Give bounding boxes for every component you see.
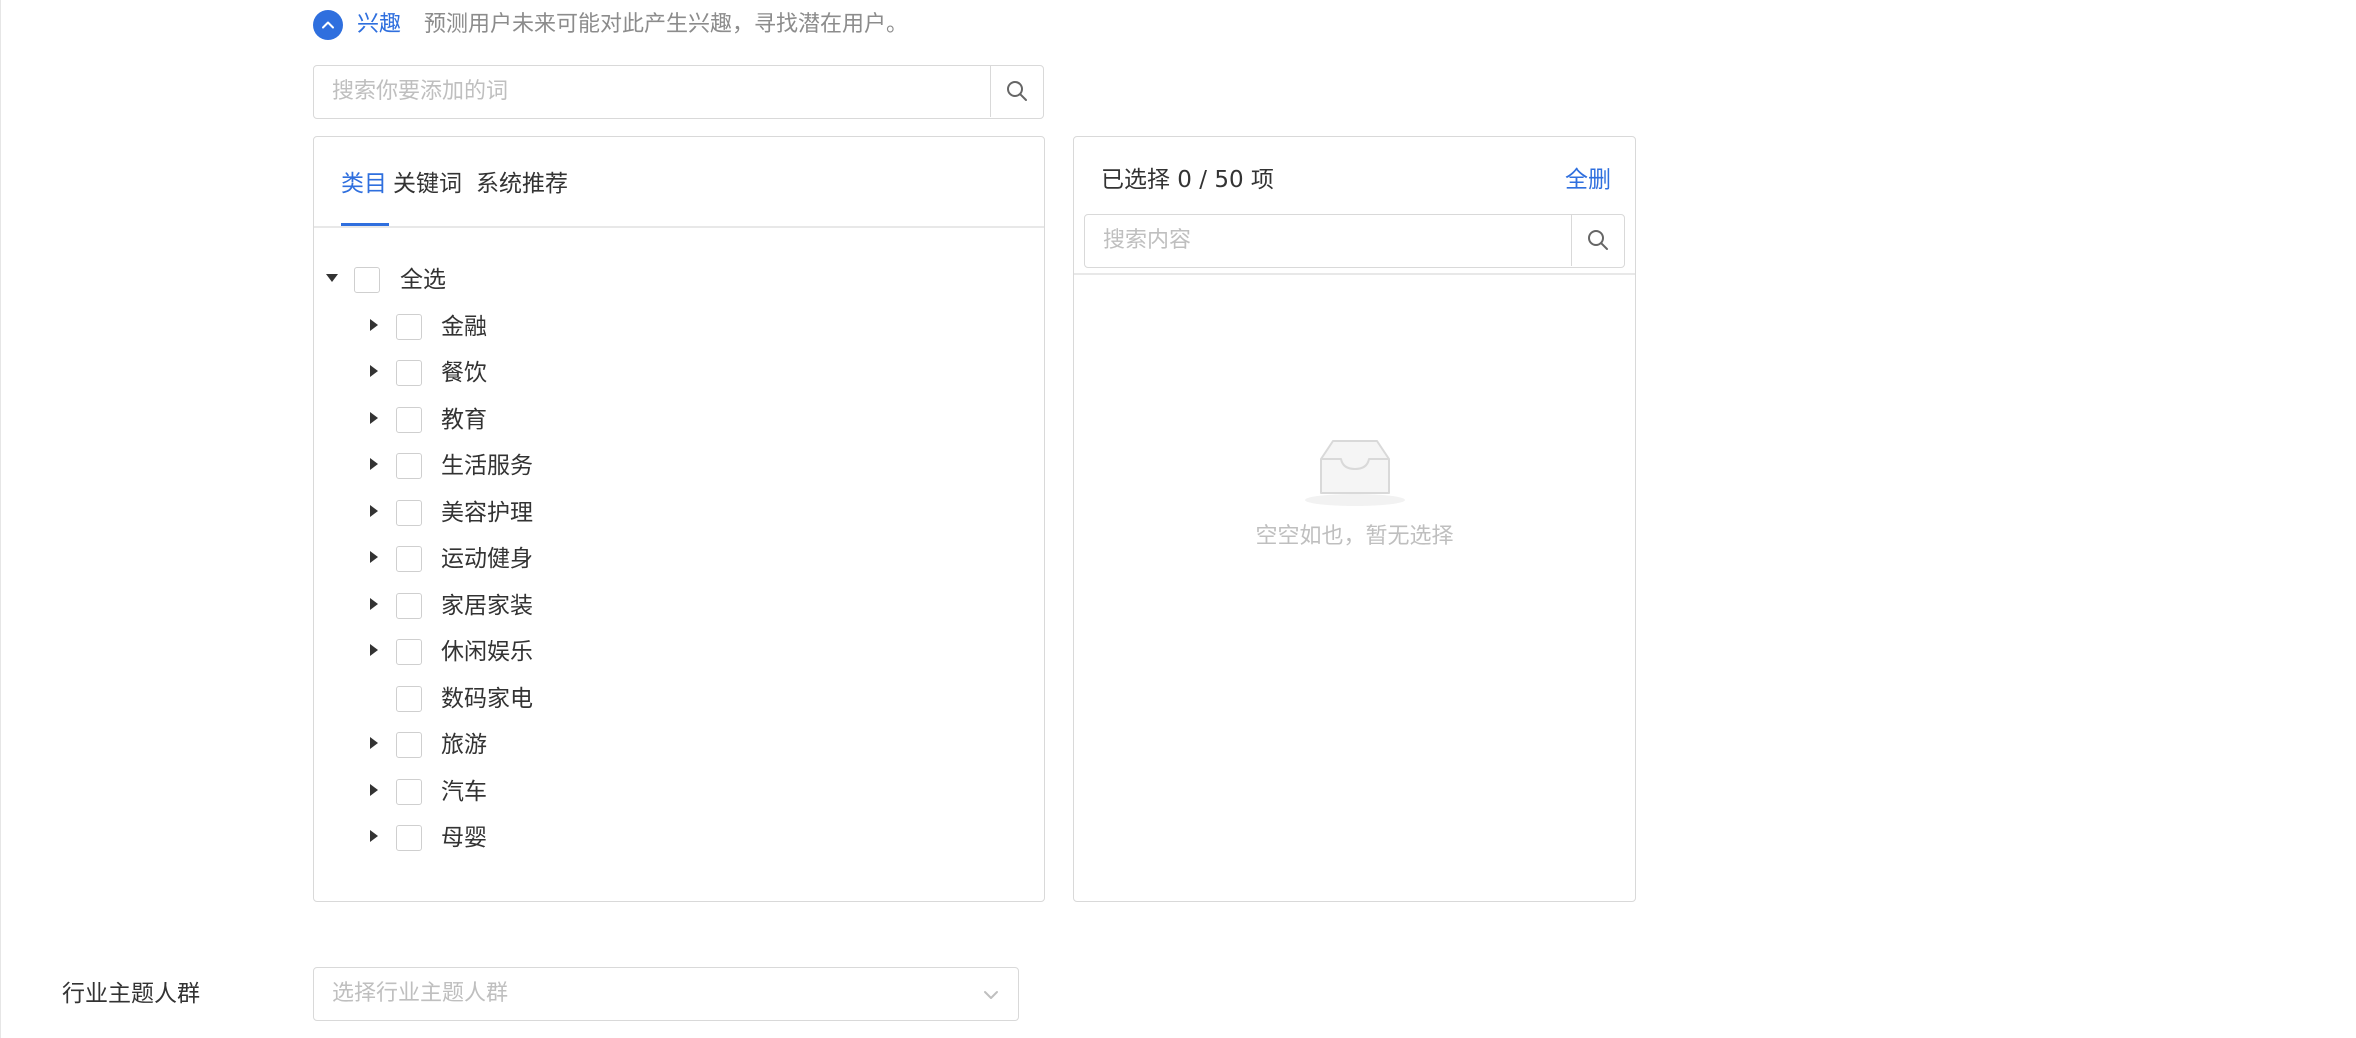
tree-node: 金融 [314, 304, 914, 351]
caret-right-icon[interactable] [370, 504, 378, 517]
category-panel: 类目 关键词 系统推荐 全选 金融 餐饮 教育 生活服务 美容护理 运动健身 家… [313, 136, 1045, 902]
caret-right-icon[interactable] [370, 411, 378, 424]
tree-node: 母婴 [314, 815, 914, 862]
tree-node-label: 金融 [441, 313, 487, 340]
selected-panel: 已选择 0 / 50 项 全删 空空如也，暂无选择 [1073, 136, 1636, 902]
tree-node: 运动健身 [314, 536, 914, 583]
keyword-search [313, 65, 1044, 119]
tree-node-label: 全选 [400, 267, 446, 293]
chevron-down-icon [984, 991, 998, 999]
section-description: 预测用户未来可能对此产生兴趣，寻找潜在用户。 [424, 12, 909, 37]
tree-node-label: 运动健身 [441, 546, 533, 572]
industry-select[interactable]: 选择行业主题人群 [313, 967, 1019, 1021]
selected-count: 已选择 0 / 50 项 [1101, 167, 1274, 193]
tab-keyword[interactable]: 关键词 [393, 167, 462, 201]
tree-checkbox[interactable] [396, 499, 422, 526]
tree-node: 汽车 [314, 769, 914, 816]
tree-node: 餐饮 [314, 350, 914, 397]
caret-right-icon[interactable] [370, 365, 378, 377]
selected-search-input[interactable] [1103, 215, 1553, 266]
tree-node-label: 教育 [441, 406, 487, 433]
tree-node-label: 旅游 [441, 732, 487, 758]
caret-right-icon[interactable] [370, 597, 378, 610]
checkbox-select-all[interactable] [354, 267, 380, 293]
selected-search-button[interactable] [1571, 215, 1624, 266]
chevron-up-icon[interactable] [313, 10, 343, 40]
keyword-search-button[interactable] [990, 66, 1043, 117]
tree-node-label: 休闲娱乐 [441, 639, 533, 665]
tree-checkbox[interactable] [396, 546, 422, 572]
page-left-border [0, 0, 1, 1038]
caret-right-icon[interactable] [370, 551, 378, 563]
caret-right-icon[interactable] [370, 458, 378, 470]
empty-state-text: 空空如也，暂无选择 [1255, 524, 1454, 549]
tab-divider [314, 226, 1044, 228]
tree-node: 休闲娱乐 [314, 629, 914, 676]
tree-node-label: 母婴 [441, 825, 487, 851]
tree-node-select-all: 全选 [314, 257, 914, 304]
tab-category[interactable]: 类目 [341, 167, 387, 201]
caret-down-icon[interactable] [326, 274, 338, 282]
tab-system-recommend[interactable]: 系统推荐 [476, 167, 568, 201]
selected-divider [1074, 273, 1635, 275]
caret-right-icon[interactable] [370, 830, 378, 842]
tree-node: 教育 [314, 397, 914, 444]
caret-right-icon[interactable] [370, 737, 378, 749]
tree-checkbox[interactable] [396, 825, 422, 851]
industry-field-label: 行业主题人群 [62, 981, 200, 1007]
tree-checkbox[interactable] [396, 732, 422, 758]
caret-right-icon[interactable] [370, 644, 378, 656]
empty-inbox-icon [1305, 440, 1405, 506]
search-icon [1588, 230, 1608, 250]
tree-node: 旅游 [314, 722, 914, 769]
tree-node-label: 家居家装 [441, 592, 533, 619]
tree-node-label: 数码家电 [441, 685, 533, 712]
caret-right-icon[interactable] [370, 318, 378, 331]
tree-checkbox[interactable] [396, 453, 422, 479]
tree-node-label: 美容护理 [441, 499, 533, 526]
industry-select-placeholder: 选择行业主题人群 [332, 981, 509, 1006]
section-title: 兴趣 [357, 12, 402, 37]
tree-node-label: 餐饮 [441, 360, 487, 386]
tree-node: 数码家电 [314, 676, 914, 723]
caret-right-icon[interactable] [370, 783, 378, 796]
tree-checkbox[interactable] [396, 685, 422, 712]
keyword-search-input[interactable] [332, 66, 972, 117]
tree-node: 美容护理 [314, 490, 914, 537]
tree-checkbox[interactable] [396, 592, 422, 619]
tree-checkbox[interactable] [396, 406, 422, 433]
tree-checkbox[interactable] [396, 360, 422, 386]
tree-checkbox[interactable] [396, 639, 422, 665]
tree-node-label: 汽车 [441, 778, 487, 805]
clear-all-link[interactable]: 全删 [1565, 163, 1611, 197]
tree-node: 家居家装 [314, 583, 914, 630]
tree-checkbox[interactable] [396, 313, 422, 340]
search-icon [1007, 81, 1027, 101]
tree-node: 生活服务 [314, 443, 914, 490]
selected-search [1084, 214, 1625, 268]
tree-checkbox[interactable] [396, 778, 422, 805]
tree-node-label: 生活服务 [441, 453, 533, 479]
